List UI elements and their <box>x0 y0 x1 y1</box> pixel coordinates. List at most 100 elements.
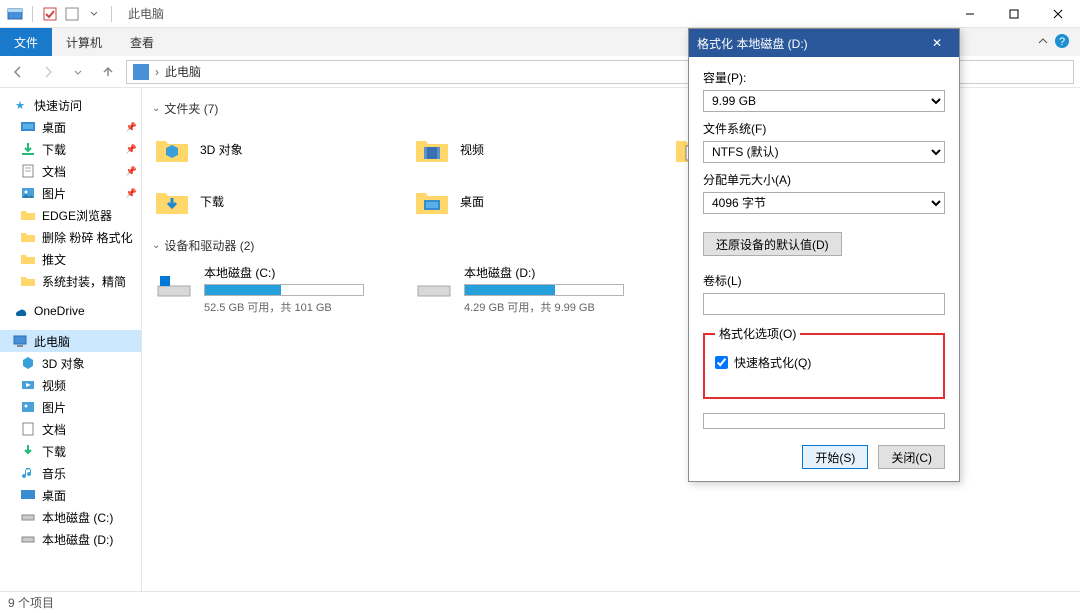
nav-forward-button[interactable] <box>36 60 60 84</box>
drive-c-usage-bar <box>204 284 364 296</box>
cube-icon <box>20 355 36 371</box>
sidebar-tweet[interactable]: 推文 <box>0 248 141 270</box>
window-title: 此电脑 <box>128 5 164 22</box>
allocation-select[interactable]: 4096 字节 <box>703 192 945 214</box>
pc-icon <box>12 333 28 349</box>
sidebar-quick-access[interactable]: ★快速访问 <box>0 94 141 116</box>
download-icon <box>20 443 36 459</box>
sidebar-downloads[interactable]: 下载📌 <box>0 138 141 160</box>
pictures-icon <box>20 185 36 201</box>
sidebar-3d-objects[interactable]: 3D 对象 <box>0 352 141 374</box>
folder-desktop[interactable]: 桌面 <box>412 177 652 225</box>
desktop-icon <box>20 119 36 135</box>
folder-videos[interactable]: 视频 <box>412 125 652 173</box>
sidebar-downloads2[interactable]: 下载 <box>0 440 141 462</box>
volume-label: 卷标(L) <box>703 272 945 289</box>
capacity-select[interactable]: 9.99 GB <box>703 90 945 112</box>
sidebar-documents[interactable]: 文档📌 <box>0 160 141 182</box>
svg-text:?: ? <box>1059 36 1065 48</box>
sidebar-desktop2[interactable]: 桌面 <box>0 484 141 506</box>
format-progress-bar <box>703 413 945 429</box>
sidebar-onedrive[interactable]: OneDrive <box>0 300 141 322</box>
pictures-icon <box>20 399 36 415</box>
desktop-icon <box>20 487 36 503</box>
qat-dropdown-icon[interactable] <box>63 5 81 23</box>
maximize-button[interactable] <box>992 0 1036 28</box>
drive-d-usage-bar <box>464 284 624 296</box>
sidebar-pictures2[interactable]: 图片 <box>0 396 141 418</box>
format-options-fieldset: 格式化选项(O) 快速格式化(Q) <box>703 325 945 399</box>
start-button[interactable]: 开始(S) <box>802 445 868 469</box>
breadcrumb-chevron-icon: › <box>155 65 159 79</box>
nav-back-button[interactable] <box>6 60 30 84</box>
dialog-titlebar[interactable]: 格式化 本地磁盘 (D:) ✕ <box>689 29 959 57</box>
filesystem-select[interactable]: NTFS (默认) <box>703 141 945 163</box>
quick-format-checkbox[interactable] <box>715 356 728 369</box>
status-bar: 9 个项目 <box>0 591 1080 613</box>
folder-3d-objects[interactable]: 3D 对象 <box>152 125 392 173</box>
nav-history-dropdown[interactable] <box>66 60 90 84</box>
folder-icon <box>20 229 36 245</box>
dialog-title: 格式化 本地磁盘 (D:) <box>697 35 808 52</box>
drive-d-label: 本地磁盘 (D:) <box>464 264 650 281</box>
caret-down-icon: ⌄ <box>152 103 160 114</box>
drive-icon <box>20 509 36 525</box>
sidebar-edge[interactable]: EDGE浏览器 <box>0 204 141 226</box>
help-icon[interactable]: ? <box>1054 33 1070 52</box>
qat-checkbox-icon[interactable] <box>41 5 59 23</box>
dialog-close-button[interactable]: ✕ <box>923 36 951 50</box>
drive-icon <box>20 531 36 547</box>
sidebar-pictures[interactable]: 图片📌 <box>0 182 141 204</box>
sidebar-drive-c[interactable]: 本地磁盘 (C:) <box>0 506 141 528</box>
sidebar-shred[interactable]: 删除 粉碎 格式化 <box>0 226 141 248</box>
drive-c-usage-text: 52.5 GB 可用，共 101 GB <box>204 299 390 315</box>
desktop-folder-icon <box>414 183 450 219</box>
folder-icon <box>20 273 36 289</box>
volume-input[interactable] <box>703 293 945 315</box>
sidebar-sysinstall[interactable]: 系统封装，精简 <box>0 270 141 292</box>
restore-defaults-button[interactable]: 还原设备的默认值(D) <box>703 232 842 256</box>
close-button[interactable]: 关闭(C) <box>878 445 945 469</box>
breadcrumb[interactable]: 此电脑 <box>165 63 201 80</box>
caret-down-icon: ⌄ <box>152 240 160 251</box>
format-dialog: 格式化 本地磁盘 (D:) ✕ 容量(P): 9.99 GB 文件系统(F) N… <box>688 28 960 482</box>
qat-overflow-icon[interactable] <box>85 5 103 23</box>
minimize-button[interactable] <box>948 0 992 28</box>
quick-format-label: 快速格式化(Q) <box>734 354 811 371</box>
sidebar-this-pc[interactable]: 此电脑 <box>0 330 141 352</box>
sidebar-documents2[interactable]: 文档 <box>0 418 141 440</box>
format-options-legend: 格式化选项(O) <box>715 325 800 342</box>
cloud-icon <box>12 303 28 319</box>
status-item-count: 9 个项目 <box>8 594 54 611</box>
sidebar: ★快速访问 桌面📌 下载📌 文档📌 图片📌 EDGE浏览器 删除 粉碎 格式化 … <box>0 88 142 591</box>
drive-c[interactable]: 本地磁盘 (C:) 52.5 GB 可用，共 101 GB <box>152 262 392 317</box>
close-button[interactable] <box>1036 0 1080 28</box>
folder-icon <box>20 251 36 267</box>
sidebar-desktop[interactable]: 桌面📌 <box>0 116 141 138</box>
music-icon <box>20 465 36 481</box>
drive-icon <box>154 264 194 300</box>
tab-view[interactable]: 查看 <box>116 28 168 56</box>
ribbon-collapse-icon[interactable] <box>1038 35 1048 49</box>
filesystem-label: 文件系统(F) <box>703 120 945 137</box>
document-icon <box>20 421 36 437</box>
sidebar-music[interactable]: 音乐 <box>0 462 141 484</box>
pin-icon: 📌 <box>126 144 141 155</box>
capacity-label: 容量(P): <box>703 69 945 86</box>
tab-file[interactable]: 文件 <box>0 28 52 56</box>
folder-downloads[interactable]: 下载 <box>152 177 392 225</box>
nav-up-button[interactable] <box>96 60 120 84</box>
download-folder-icon <box>154 183 190 219</box>
pin-icon: 📌 <box>126 188 141 199</box>
sidebar-videos[interactable]: 视频 <box>0 374 141 396</box>
video-folder-icon <box>414 131 450 167</box>
sidebar-drive-d[interactable]: 本地磁盘 (D:) <box>0 528 141 550</box>
tab-computer[interactable]: 计算机 <box>52 28 116 56</box>
explorer-app-icon <box>6 5 24 23</box>
folder-icon <box>20 207 36 223</box>
pin-icon: 📌 <box>126 166 141 177</box>
drive-d[interactable]: 本地磁盘 (D:) 4.29 GB 可用，共 9.99 GB <box>412 262 652 317</box>
drive-d-usage-text: 4.29 GB 可用，共 9.99 GB <box>464 299 650 315</box>
video-icon <box>20 377 36 393</box>
star-icon: ★ <box>12 97 28 113</box>
